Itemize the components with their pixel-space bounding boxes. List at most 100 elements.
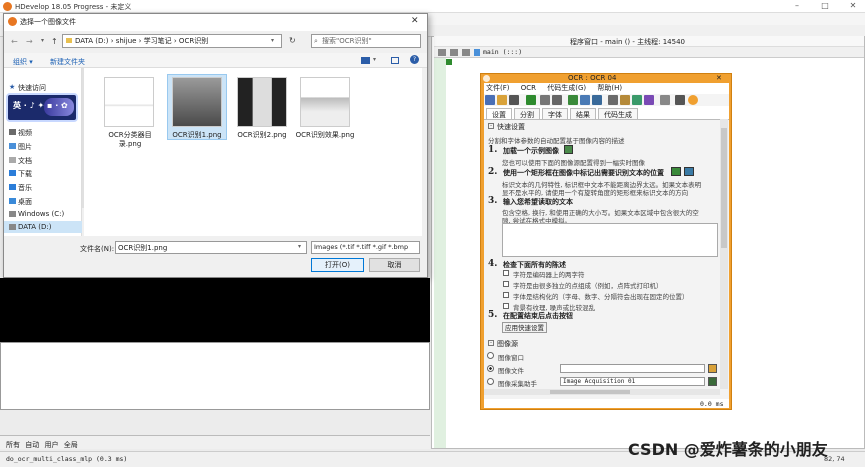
- ocr-menu-ocr[interactable]: OCR: [521, 84, 536, 92]
- help-icon[interactable]: [688, 95, 698, 105]
- filename-value[interactable]: OCR识别1.png: [118, 243, 167, 253]
- videos-icon: [9, 129, 16, 135]
- ocr-menu-file[interactable]: 文件(F): [486, 84, 510, 92]
- step1-number: 1.: [488, 145, 498, 155]
- check-dotmatrix[interactable]: [503, 281, 509, 287]
- edit-icon[interactable]: [592, 95, 602, 105]
- new-folder-button[interactable]: 新建文件夹: [50, 57, 85, 67]
- train-icon[interactable]: [608, 95, 618, 105]
- acquisition-icon[interactable]: [708, 377, 717, 386]
- toolbar-icon[interactable]: [462, 49, 470, 56]
- settings-icon[interactable]: [644, 95, 654, 105]
- quick-access-star-icon: ★: [9, 83, 16, 91]
- collapse-icon[interactable]: -: [488, 340, 494, 346]
- up-icon[interactable]: ↑: [51, 37, 58, 46]
- load-image-button[interactable]: [564, 145, 573, 154]
- procedure-selector[interactable]: main (:::): [483, 48, 522, 56]
- tab-all[interactable]: 所有: [6, 441, 20, 449]
- tab-global[interactable]: 全局: [64, 441, 78, 449]
- toolbar-icon[interactable]: [438, 49, 446, 56]
- image-file-input[interactable]: [560, 364, 705, 373]
- rotated-rect-icon[interactable]: [580, 95, 590, 105]
- file-thumbnail[interactable]: [300, 77, 350, 127]
- view-icon[interactable]: [361, 57, 370, 64]
- preview-pane-icon[interactable]: [391, 57, 399, 64]
- file-name[interactable]: OCR识别1.png: [166, 131, 228, 140]
- draw-rectangle-button[interactable]: [671, 167, 681, 176]
- maximize-button[interactable]: □: [815, 0, 835, 13]
- ocr-toolbar: [484, 94, 729, 106]
- address-dropdown-icon[interactable]: ▾: [271, 37, 274, 44]
- recent-chevron-icon[interactable]: ▾: [41, 37, 44, 44]
- nav-drive-c[interactable]: Windows (C:): [18, 210, 64, 218]
- dialog-close-icon[interactable]: ✕: [411, 16, 419, 26]
- file-thumbnail[interactable]: [172, 77, 222, 127]
- step4-number: 4.: [488, 259, 498, 269]
- toolbar-icon[interactable]: [675, 95, 685, 105]
- nav-pictures[interactable]: 图片: [18, 142, 32, 152]
- nav-downloads[interactable]: 下载: [18, 169, 32, 179]
- pictures-icon: [9, 143, 16, 149]
- grid-icon[interactable]: [540, 95, 550, 105]
- font-icon[interactable]: [620, 95, 630, 105]
- ocr-close-icon[interactable]: ✕: [716, 74, 722, 82]
- close-button[interactable]: ✕: [843, 0, 863, 13]
- search-placeholder: 搜索"OCR识别": [322, 37, 372, 45]
- radio-acquisition[interactable]: [487, 378, 494, 385]
- file-name[interactable]: OCR识别效果.png: [294, 131, 356, 140]
- step2-number: 2.: [488, 167, 498, 177]
- ocr-menu-codegen[interactable]: 代码生成(G): [547, 84, 586, 92]
- toolbar-icon[interactable]: [450, 49, 458, 56]
- browse-folder-icon[interactable]: [708, 364, 717, 373]
- nav-music[interactable]: 音乐: [18, 183, 32, 193]
- ocr-menu-help[interactable]: 帮助(H): [597, 84, 622, 92]
- organize-button[interactable]: 组织 ▾: [13, 57, 33, 67]
- file-name[interactable]: OCR识别2.png: [231, 131, 293, 140]
- collapse-icon[interactable]: -: [488, 123, 494, 129]
- check-textured-bg[interactable]: [503, 303, 509, 309]
- minimize-button[interactable]: –: [787, 0, 807, 13]
- breadcrumb[interactable]: DATA (D:) › shijue › 学习笔记 › OCR识别: [75, 36, 208, 46]
- region-icon[interactable]: [552, 95, 562, 105]
- nav-videos[interactable]: 视频: [18, 128, 32, 138]
- refresh-icon[interactable]: ↻: [289, 36, 296, 45]
- camera-icon[interactable]: [526, 95, 536, 105]
- draw-rotated-rect-button[interactable]: [684, 167, 694, 176]
- file-thumbnail[interactable]: [104, 77, 154, 127]
- forward-icon[interactable]: →: [26, 37, 33, 46]
- save-icon[interactable]: [509, 95, 519, 105]
- check-structured[interactable]: [503, 292, 509, 298]
- rectangle-icon[interactable]: [568, 95, 578, 105]
- ocr-scroll-thumb[interactable]: [721, 128, 727, 248]
- csdn-watermark: CSDN @爱炸薯条的小朋友: [628, 440, 828, 459]
- nav-documents[interactable]: 文档: [18, 156, 32, 166]
- apply-quick-setup-button[interactable]: 应用快速设置: [502, 322, 547, 333]
- tab-user[interactable]: 用户: [44, 441, 58, 449]
- open-icon[interactable]: [485, 95, 495, 105]
- program-gutter: [434, 58, 446, 448]
- radio-image-file[interactable]: [487, 365, 494, 372]
- folder-icon[interactable]: [497, 95, 507, 105]
- nav-drive-d[interactable]: DATA (D:): [18, 223, 51, 231]
- view-chevron-icon[interactable]: ▾: [373, 56, 376, 63]
- expected-text-input[interactable]: [502, 223, 718, 257]
- nav-quick-access[interactable]: 快速访问: [18, 83, 46, 93]
- file-type-value[interactable]: Images (*.tif *.tiff *.gif *.bmp: [314, 243, 408, 251]
- check-dot-chars[interactable]: [503, 270, 509, 276]
- back-icon[interactable]: ←: [11, 37, 18, 46]
- image-source-header: 图像源: [497, 340, 518, 348]
- file-thumbnail[interactable]: [237, 77, 287, 127]
- filename-chevron-icon[interactable]: ▾: [298, 243, 301, 250]
- file-name[interactable]: OCR分类器目录.png: [99, 131, 161, 149]
- acquisition-select[interactable]: Image Acquisition 01: [560, 377, 705, 386]
- cancel-button[interactable]: 取消: [369, 258, 420, 272]
- ocr-hscroll-thumb[interactable]: [550, 390, 630, 394]
- help-icon[interactable]: ?: [410, 55, 419, 64]
- run-icon[interactable]: [632, 95, 642, 105]
- radio-label: 图像窗口: [498, 354, 524, 362]
- open-button[interactable]: 打开(O): [311, 258, 364, 272]
- nav-desktop[interactable]: 桌面: [18, 197, 32, 207]
- tools-icon[interactable]: [660, 95, 670, 105]
- radio-image-window[interactable]: [487, 352, 494, 359]
- tab-auto[interactable]: 自动: [25, 441, 39, 449]
